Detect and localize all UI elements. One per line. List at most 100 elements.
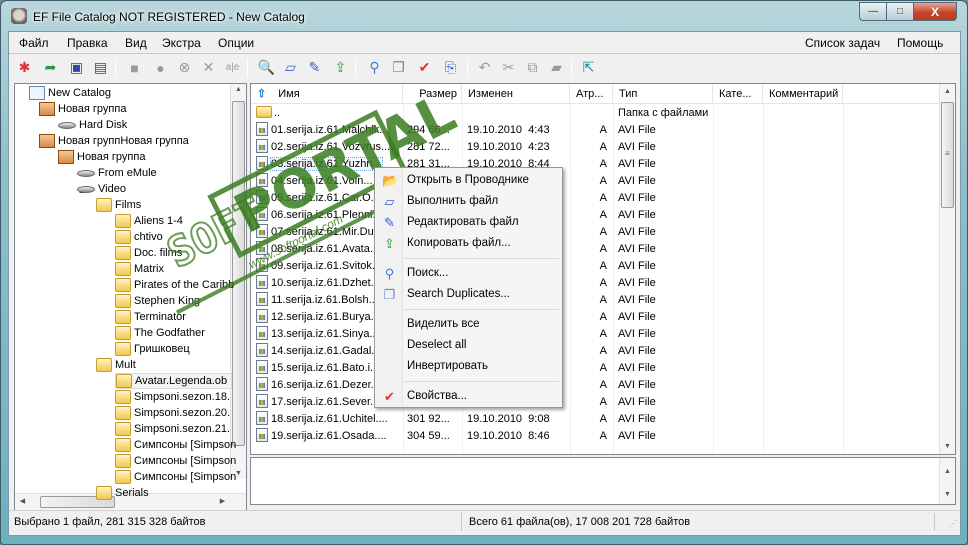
save-all-button[interactable]: ▤ <box>91 58 110 77</box>
scroll-down-arrow-icon[interactable]: ▼ <box>940 491 955 498</box>
context-item-1[interactable]: ▱ Выполнить файл <box>377 191 560 212</box>
close-button[interactable]: X <box>913 2 957 21</box>
table-row[interactable]: 07.serija.iz.61.Mir.Du... A AVI File <box>251 224 939 241</box>
scroll-up-arrow-icon[interactable]: ▲ <box>940 468 955 475</box>
add-disk-button[interactable]: ■ <box>125 58 144 77</box>
column-category[interactable]: Кате... <box>713 84 763 104</box>
update-disk-button[interactable]: ● <box>151 58 170 77</box>
table-row[interactable]: 10.serija.iz.61.Dzhet... A AVI File <box>251 275 939 292</box>
copy-file-button[interactable]: ⇪ <box>331 58 350 77</box>
scroll-right-arrow-icon[interactable]: ▶ <box>215 497 230 505</box>
table-row[interactable]: 02.serija.iz.61.Vozvrus... 281 72... 19.10… <box>251 139 939 156</box>
column-type[interactable]: Тип <box>613 84 713 104</box>
list-vertical-scrollbar[interactable]: ▲ ≡ ▼ <box>939 84 955 454</box>
tree-node[interactable]: Mult <box>96 357 136 373</box>
tree-node[interactable]: Симпсоны [Simpson <box>115 469 236 485</box>
context-item-0[interactable]: 📂 Открыть в Проводнике <box>377 170 560 191</box>
paste-button[interactable]: ▰ <box>547 58 566 77</box>
menu-task-list[interactable]: Список задач <box>805 36 880 50</box>
tree-scroll-thumb[interactable] <box>232 101 245 446</box>
column-size[interactable]: Размер <box>403 84 462 104</box>
tree-node[interactable]: Terminator <box>115 309 186 325</box>
context-item-5[interactable]: ⚲ Поиск... <box>377 263 560 284</box>
tree-node[interactable]: Новая группа <box>58 149 145 165</box>
table-row[interactable]: 17.serija.iz.61.Sever.... A AVI File <box>251 394 939 411</box>
comment-panel[interactable]: ▲ ▼ <box>250 457 956 505</box>
tree-node[interactable]: Simpsoni.sezon.21. <box>115 421 230 437</box>
copy-path-button[interactable]: ⎘ <box>441 58 460 77</box>
rename-button[interactable]: a|e <box>223 58 242 77</box>
tree-node[interactable]: Simpsoni.sezon.20. <box>115 405 230 421</box>
tree-node[interactable]: Avatar.Legenda.ob <box>115 373 233 389</box>
tree-node[interactable]: Hard Disk <box>58 117 127 133</box>
context-item-9[interactable]: Deselect all <box>377 335 560 356</box>
maximize-button[interactable]: □ <box>886 2 913 21</box>
column-attributes[interactable]: Атр... <box>570 84 613 104</box>
table-row[interactable]: 08.serija.iz.61.Avata... A AVI File <box>251 241 939 258</box>
table-row[interactable]: 12.serija.iz.61.Burya... A AVI File <box>251 309 939 326</box>
search-button[interactable]: ⚲ <box>365 58 384 77</box>
context-item-8[interactable]: Виделить все <box>377 314 560 335</box>
context-item-10[interactable]: Инвертировать <box>377 356 560 377</box>
tree-node[interactable]: chtivo <box>115 229 163 245</box>
scroll-left-arrow-icon[interactable]: ◀ <box>15 497 30 505</box>
menu-edit[interactable]: Правка <box>67 36 108 50</box>
open-in-explorer-button[interactable]: 🔍 <box>257 58 276 77</box>
catalog-tree[interactable]: ▲ ▼ ◀ ▶ New Catalog◢Новая группаHard Dis… <box>14 83 247 511</box>
tree-node[interactable]: Doc. films <box>115 245 182 261</box>
delete-button[interactable]: ✕ <box>199 58 218 77</box>
table-row[interactable]: 05.serija.iz.61.Car.O... A AVI File <box>251 190 939 207</box>
export-button[interactable]: ⇱ <box>579 58 598 77</box>
table-row[interactable]: 18.serija.iz.61.Uchitel.... 301 92... 19.1… <box>251 411 939 428</box>
tree-node[interactable]: The Godfather <box>115 325 205 341</box>
tree-node[interactable]: Video <box>77 181 126 197</box>
table-row[interactable]: 19.serija.iz.61.Osada.... 304 59... 19.10.… <box>251 428 939 445</box>
tree-node[interactable]: Симпсоны [Simpson <box>115 453 236 469</box>
search-duplicates-button[interactable]: ❐ <box>389 58 408 77</box>
cut-button[interactable]: ✂ <box>499 58 518 77</box>
tree-node[interactable]: Гришковец <box>115 341 190 357</box>
tree-node[interactable]: Simpsoni.sezon.18. <box>115 389 230 405</box>
comment-scrollbar[interactable]: ▲ ▼ <box>939 458 955 504</box>
list-scroll-thumb[interactable]: ≡ <box>941 102 954 208</box>
tree-node[interactable]: Новая группНовая группа <box>39 133 189 149</box>
menu-options[interactable]: Опции <box>218 36 254 50</box>
tree-node[interactable]: New Catalog <box>29 85 111 101</box>
table-row[interactable]: 06.serija.iz.61.Plenni... A AVI File <box>251 207 939 224</box>
column-comment[interactable]: Комментарий <box>763 84 843 104</box>
undo-button[interactable]: ↶ <box>475 58 494 77</box>
table-row[interactable]: 01.serija.iz.61.Malchik.... 294 66... 19.1… <box>251 122 939 139</box>
tree-node[interactable]: Matrix <box>115 261 164 277</box>
table-row[interactable]: .. Папка с файлами <box>251 105 939 122</box>
context-item-2[interactable]: ✎ Редактировать файл <box>377 212 560 233</box>
edit-file-button[interactable]: ✎ <box>305 58 324 77</box>
tree-node[interactable]: Serials <box>96 485 149 501</box>
copy-button[interactable]: ⧉ <box>523 58 542 77</box>
open-catalog-button[interactable]: ➦ <box>41 58 60 77</box>
minimize-button[interactable]: — <box>859 2 886 21</box>
stop-button[interactable]: ⊗ <box>175 58 194 77</box>
tree-node[interactable]: From eMule <box>77 165 157 181</box>
new-catalog-button[interactable]: ✱ <box>15 58 34 77</box>
menu-file[interactable]: Файл <box>19 36 49 50</box>
file-list[interactable]: ⇧ Имя Размер Изменен Атр... Тип Кате... К… <box>250 83 956 455</box>
menu-extra[interactable]: Экстра <box>162 36 201 50</box>
table-row[interactable]: 14.serija.iz.61.Gadal... A AVI File <box>251 343 939 360</box>
tree-node[interactable]: Pirates of the Caribb <box>115 277 234 293</box>
column-name[interactable]: ⇧ Имя <box>251 84 403 104</box>
menu-help[interactable]: Помощь <box>897 36 943 50</box>
tree-node[interactable]: Новая группа <box>39 101 126 117</box>
resize-grip-icon[interactable]: ⋰ <box>949 519 957 528</box>
table-row[interactable]: 11.serija.iz.61.Bolsh... A AVI File <box>251 292 939 309</box>
scroll-up-arrow-icon[interactable]: ▲ <box>940 88 955 95</box>
context-item-12[interactable]: ✔ Свойства... <box>377 386 560 407</box>
context-item-6[interactable]: ❐ Search Duplicates... <box>377 284 560 305</box>
table-row[interactable]: 16.serija.iz.61.Dezer... A AVI File <box>251 377 939 394</box>
scroll-up-arrow-icon[interactable]: ▲ <box>231 86 246 93</box>
tree-node[interactable]: Films <box>96 197 141 213</box>
tree-node[interactable]: Симпсоны [Simpson <box>115 437 236 453</box>
tree-node[interactable]: Aliens 1-4 <box>115 213 183 229</box>
tree-node[interactable]: Stephen King <box>115 293 200 309</box>
save-button[interactable]: ▣ <box>67 58 86 77</box>
table-row[interactable]: 15.serija.iz.61.Bato.i... A AVI File <box>251 360 939 377</box>
